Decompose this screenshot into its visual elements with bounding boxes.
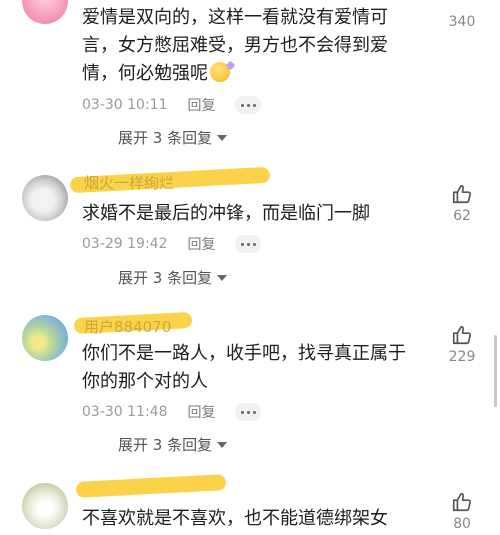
username[interactable]: 烟火一样绚烂	[84, 172, 174, 193]
comment-date: 03-29 19:42	[82, 236, 168, 252]
username-redaction	[75, 474, 227, 498]
comment-text: 爱情是双向的，这样一看就没有爱情可 言，女方憋屈难受，男方也不会得到爱 情，何必…	[82, 4, 442, 88]
comment-text-line: 你们不是一路人，收手吧，找寻真正属于	[82, 343, 406, 364]
scrollbar[interactable]	[494, 335, 497, 407]
comment-text-line: 爱情是双向的，这样一看就没有爱情可	[82, 7, 388, 28]
expand-replies-label: 展开 3 条回复	[118, 269, 213, 287]
comment-text-line: 你的那个对的人	[82, 371, 208, 392]
reply-button[interactable]: 回复	[187, 95, 215, 115]
comment-date: 03-30 11:48	[82, 404, 168, 420]
expand-replies-button[interactable]: 展开 3 条回复	[118, 434, 228, 455]
avatar[interactable]	[22, 315, 68, 361]
comment-meta: 03-30 11:48 回复	[82, 402, 262, 422]
expand-replies-label: 展开 3 条回复	[118, 436, 213, 454]
like-button[interactable]: 62	[442, 183, 482, 224]
expand-replies-button[interactable]: 展开 3 条回复	[118, 127, 228, 148]
comment-text: 求婚不是最后的冲锋，而是临门一脚	[82, 200, 442, 228]
expand-replies-label: 展开 3 条回复	[118, 129, 213, 147]
avatar[interactable]	[22, 483, 68, 529]
like-count: 80	[453, 516, 471, 532]
thumbs-up-icon	[452, 325, 472, 345]
like-button[interactable]: 80	[442, 491, 482, 532]
avatar[interactable]	[22, 175, 68, 221]
thinking-emoji-icon	[210, 62, 230, 82]
comment-text-line: 言，女方憋屈难受，男方也不会得到爱	[82, 35, 388, 56]
comment-meta: 03-30 10:11 回复	[82, 95, 262, 115]
more-options-button[interactable]	[235, 96, 262, 114]
comment-text-line: 情，何必勉强呢	[82, 63, 208, 84]
reply-button[interactable]: 回复	[187, 234, 215, 254]
caret-down-icon	[217, 134, 228, 141]
like-button[interactable]: 340	[442, 0, 482, 30]
expand-replies-button[interactable]: 展开 3 条回复	[118, 267, 228, 288]
thumbs-up-icon	[452, 492, 472, 512]
comment-text: 不喜欢就是不喜欢，也不能道德绑架女	[82, 505, 442, 533]
comment-text-line: 求婚不是最后的冲锋，而是临门一脚	[82, 203, 370, 224]
like-button[interactable]: 229	[442, 324, 482, 365]
comment-text: 你们不是一路人，收手吧，找寻真正属于 你的那个对的人	[82, 340, 442, 396]
like-count: 62	[453, 208, 471, 224]
comment-text-line: 不喜欢就是不喜欢，也不能道德绑架女	[82, 508, 388, 529]
thumbs-up-icon	[452, 184, 472, 204]
like-count: 229	[448, 349, 476, 365]
like-count: 340	[448, 14, 476, 30]
reply-button[interactable]: 回复	[187, 402, 215, 422]
caret-down-icon	[217, 274, 228, 281]
username[interactable]: 用户884070	[84, 316, 171, 337]
more-options-button[interactable]	[235, 235, 262, 253]
comment-date: 03-30 10:11	[82, 97, 168, 113]
caret-down-icon	[217, 441, 228, 448]
more-options-button[interactable]	[235, 403, 262, 421]
avatar[interactable]	[22, 0, 68, 24]
comment-meta: 03-29 19:42 回复	[82, 234, 262, 254]
